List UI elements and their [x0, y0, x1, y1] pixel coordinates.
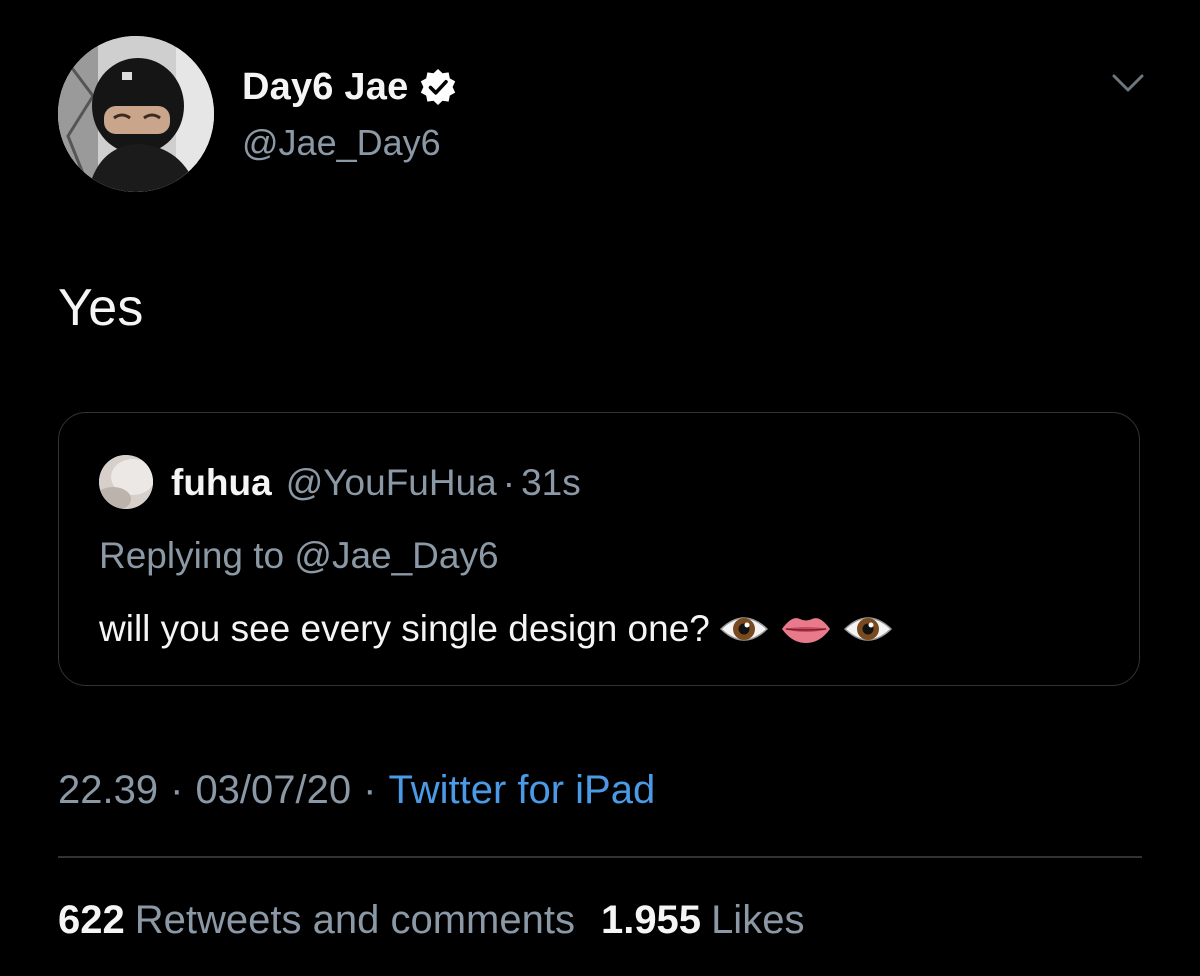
tweet-time: 22.39 — [58, 767, 159, 812]
author-handle[interactable]: @Jae_Day6 — [242, 122, 441, 164]
tweet-detail: Day6 Jae @Jae_Day6 Yes fuhua @YouFuHua ·… — [0, 0, 1200, 976]
tweet-source-link[interactable]: Twitter for iPad — [388, 768, 655, 813]
quoted-header: fuhua @YouFuHua · 31s — [171, 453, 581, 513]
eye-icon — [719, 617, 768, 641]
tweet-meta: 22.39 · 03/07/20 · Twitter for iPad — [58, 762, 655, 818]
likes-label[interactable]: Likes — [711, 898, 804, 943]
quoted-time: 31s — [521, 462, 581, 503]
avatar-image — [58, 36, 214, 192]
quoted-replying-to: Replying to @Jae_Day6 — [99, 535, 499, 577]
quoted-display-name[interactable]: fuhua — [171, 462, 272, 504]
replying-handle[interactable]: @Jae_Day6 — [294, 535, 498, 576]
quoted-separator: · — [502, 462, 516, 503]
eye-icon — [843, 617, 892, 641]
replying-prefix: Replying to — [99, 535, 285, 576]
author-display-name[interactable]: Day6 Jae — [242, 66, 408, 109]
author-avatar[interactable] — [58, 36, 214, 192]
chevron-down-icon[interactable] — [1110, 68, 1146, 98]
meta-separator: · — [363, 767, 377, 812]
author-name-row[interactable]: Day6 Jae — [242, 64, 458, 110]
quoted-handle[interactable]: @YouFuHua — [286, 462, 497, 504]
tweet-stats: 622 Retweets and comments 1.955 Likes — [58, 892, 804, 948]
quoted-text-content: will you see every single design one? — [99, 608, 710, 649]
verified-badge-icon — [421, 69, 456, 105]
likes-count[interactable]: 1.955 — [601, 898, 701, 943]
tweet-text: Yes — [58, 279, 144, 337]
retweets-label[interactable]: Retweets and comments — [135, 898, 575, 943]
meta-separator: · — [170, 767, 184, 812]
retweets-count[interactable]: 622 — [58, 898, 125, 943]
lips-icon — [781, 618, 830, 643]
quoted-author-avatar[interactable] — [99, 455, 153, 509]
tweet-date: 03/07/20 — [195, 767, 352, 812]
quoted-tweet-card[interactable]: fuhua @YouFuHua · 31s Replying to @Jae_D… — [58, 412, 1140, 686]
quoted-avatar-image — [99, 455, 153, 509]
divider — [58, 856, 1142, 858]
quoted-text: will you see every single design one? — [99, 599, 894, 659]
